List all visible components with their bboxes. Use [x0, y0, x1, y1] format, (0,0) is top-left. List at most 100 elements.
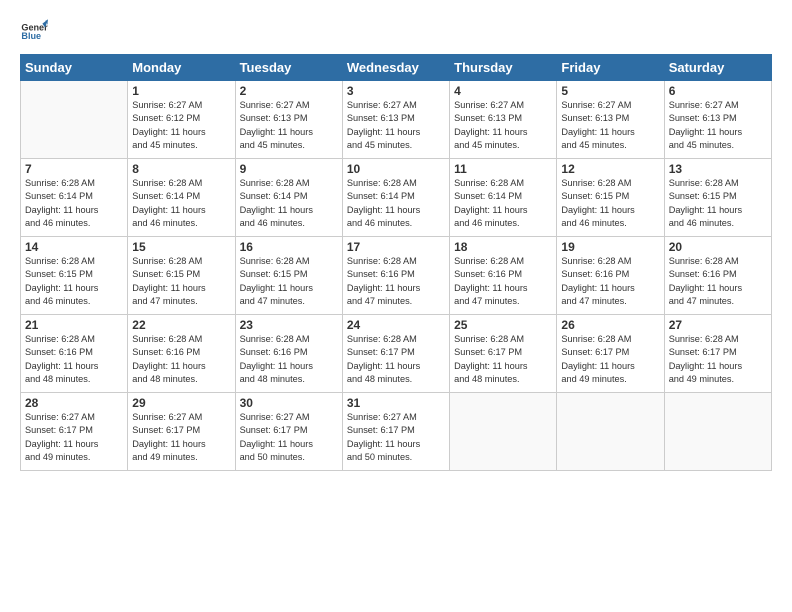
weekday-header-saturday: Saturday	[664, 55, 771, 81]
day-number: 19	[561, 240, 659, 254]
calendar-day: 8Sunrise: 6:28 AM Sunset: 6:14 PM Daylig…	[128, 159, 235, 237]
calendar-day	[21, 81, 128, 159]
day-info: Sunrise: 6:28 AM Sunset: 6:17 PM Dayligh…	[669, 333, 767, 386]
day-number: 12	[561, 162, 659, 176]
calendar-week-2: 7Sunrise: 6:28 AM Sunset: 6:14 PM Daylig…	[21, 159, 772, 237]
calendar-day: 3Sunrise: 6:27 AM Sunset: 6:13 PM Daylig…	[342, 81, 449, 159]
day-number: 26	[561, 318, 659, 332]
day-info: Sunrise: 6:27 AM Sunset: 6:13 PM Dayligh…	[240, 99, 338, 152]
weekday-header-friday: Friday	[557, 55, 664, 81]
day-info: Sunrise: 6:27 AM Sunset: 6:12 PM Dayligh…	[132, 99, 230, 152]
day-number: 1	[132, 84, 230, 98]
calendar-day: 1Sunrise: 6:27 AM Sunset: 6:12 PM Daylig…	[128, 81, 235, 159]
day-info: Sunrise: 6:28 AM Sunset: 6:14 PM Dayligh…	[454, 177, 552, 230]
day-info: Sunrise: 6:28 AM Sunset: 6:14 PM Dayligh…	[347, 177, 445, 230]
day-number: 31	[347, 396, 445, 410]
day-number: 11	[454, 162, 552, 176]
calendar-day	[557, 393, 664, 471]
calendar-day: 13Sunrise: 6:28 AM Sunset: 6:15 PM Dayli…	[664, 159, 771, 237]
day-info: Sunrise: 6:28 AM Sunset: 6:15 PM Dayligh…	[561, 177, 659, 230]
day-info: Sunrise: 6:28 AM Sunset: 6:15 PM Dayligh…	[669, 177, 767, 230]
calendar-day: 23Sunrise: 6:28 AM Sunset: 6:16 PM Dayli…	[235, 315, 342, 393]
day-info: Sunrise: 6:28 AM Sunset: 6:16 PM Dayligh…	[347, 255, 445, 308]
day-number: 21	[25, 318, 123, 332]
day-number: 4	[454, 84, 552, 98]
day-number: 8	[132, 162, 230, 176]
day-number: 20	[669, 240, 767, 254]
day-number: 10	[347, 162, 445, 176]
calendar-day: 15Sunrise: 6:28 AM Sunset: 6:15 PM Dayli…	[128, 237, 235, 315]
day-number: 22	[132, 318, 230, 332]
day-number: 27	[669, 318, 767, 332]
calendar-day: 14Sunrise: 6:28 AM Sunset: 6:15 PM Dayli…	[21, 237, 128, 315]
calendar-day: 10Sunrise: 6:28 AM Sunset: 6:14 PM Dayli…	[342, 159, 449, 237]
day-info: Sunrise: 6:28 AM Sunset: 6:16 PM Dayligh…	[240, 333, 338, 386]
calendar-day: 27Sunrise: 6:28 AM Sunset: 6:17 PM Dayli…	[664, 315, 771, 393]
day-number: 15	[132, 240, 230, 254]
day-number: 17	[347, 240, 445, 254]
svg-text:Blue: Blue	[21, 31, 41, 41]
weekday-header-tuesday: Tuesday	[235, 55, 342, 81]
day-info: Sunrise: 6:27 AM Sunset: 6:17 PM Dayligh…	[25, 411, 123, 464]
day-info: Sunrise: 6:28 AM Sunset: 6:14 PM Dayligh…	[25, 177, 123, 230]
calendar-day: 22Sunrise: 6:28 AM Sunset: 6:16 PM Dayli…	[128, 315, 235, 393]
calendar-day: 29Sunrise: 6:27 AM Sunset: 6:17 PM Dayli…	[128, 393, 235, 471]
logo-icon: General Blue	[20, 18, 48, 46]
calendar-day: 19Sunrise: 6:28 AM Sunset: 6:16 PM Dayli…	[557, 237, 664, 315]
calendar-day	[450, 393, 557, 471]
calendar-day: 16Sunrise: 6:28 AM Sunset: 6:15 PM Dayli…	[235, 237, 342, 315]
day-info: Sunrise: 6:28 AM Sunset: 6:16 PM Dayligh…	[132, 333, 230, 386]
calendar-day: 4Sunrise: 6:27 AM Sunset: 6:13 PM Daylig…	[450, 81, 557, 159]
day-info: Sunrise: 6:27 AM Sunset: 6:13 PM Dayligh…	[454, 99, 552, 152]
day-info: Sunrise: 6:28 AM Sunset: 6:15 PM Dayligh…	[240, 255, 338, 308]
header-row: General Blue	[20, 18, 772, 46]
calendar-day: 9Sunrise: 6:28 AM Sunset: 6:14 PM Daylig…	[235, 159, 342, 237]
day-number: 13	[669, 162, 767, 176]
day-number: 3	[347, 84, 445, 98]
calendar-week-3: 14Sunrise: 6:28 AM Sunset: 6:15 PM Dayli…	[21, 237, 772, 315]
day-number: 23	[240, 318, 338, 332]
calendar-week-5: 28Sunrise: 6:27 AM Sunset: 6:17 PM Dayli…	[21, 393, 772, 471]
calendar-day: 7Sunrise: 6:28 AM Sunset: 6:14 PM Daylig…	[21, 159, 128, 237]
day-number: 5	[561, 84, 659, 98]
day-info: Sunrise: 6:28 AM Sunset: 6:16 PM Dayligh…	[561, 255, 659, 308]
day-info: Sunrise: 6:27 AM Sunset: 6:13 PM Dayligh…	[347, 99, 445, 152]
calendar-week-4: 21Sunrise: 6:28 AM Sunset: 6:16 PM Dayli…	[21, 315, 772, 393]
day-info: Sunrise: 6:28 AM Sunset: 6:16 PM Dayligh…	[454, 255, 552, 308]
day-info: Sunrise: 6:28 AM Sunset: 6:16 PM Dayligh…	[25, 333, 123, 386]
day-number: 16	[240, 240, 338, 254]
day-info: Sunrise: 6:28 AM Sunset: 6:17 PM Dayligh…	[347, 333, 445, 386]
calendar-day: 5Sunrise: 6:27 AM Sunset: 6:13 PM Daylig…	[557, 81, 664, 159]
calendar-table: SundayMondayTuesdayWednesdayThursdayFrid…	[20, 54, 772, 471]
calendar-day: 31Sunrise: 6:27 AM Sunset: 6:17 PM Dayli…	[342, 393, 449, 471]
day-number: 9	[240, 162, 338, 176]
calendar-week-1: 1Sunrise: 6:27 AM Sunset: 6:12 PM Daylig…	[21, 81, 772, 159]
calendar-day: 30Sunrise: 6:27 AM Sunset: 6:17 PM Dayli…	[235, 393, 342, 471]
page-container: General Blue SundayMondayTuesdayWednesda…	[0, 0, 792, 481]
day-info: Sunrise: 6:27 AM Sunset: 6:17 PM Dayligh…	[347, 411, 445, 464]
day-info: Sunrise: 6:28 AM Sunset: 6:14 PM Dayligh…	[132, 177, 230, 230]
calendar-day: 20Sunrise: 6:28 AM Sunset: 6:16 PM Dayli…	[664, 237, 771, 315]
day-info: Sunrise: 6:27 AM Sunset: 6:17 PM Dayligh…	[132, 411, 230, 464]
day-info: Sunrise: 6:27 AM Sunset: 6:13 PM Dayligh…	[561, 99, 659, 152]
calendar-day: 11Sunrise: 6:28 AM Sunset: 6:14 PM Dayli…	[450, 159, 557, 237]
day-number: 28	[25, 396, 123, 410]
day-info: Sunrise: 6:28 AM Sunset: 6:15 PM Dayligh…	[25, 255, 123, 308]
day-number: 30	[240, 396, 338, 410]
calendar-day: 28Sunrise: 6:27 AM Sunset: 6:17 PM Dayli…	[21, 393, 128, 471]
weekday-header-wednesday: Wednesday	[342, 55, 449, 81]
weekday-header-thursday: Thursday	[450, 55, 557, 81]
day-info: Sunrise: 6:27 AM Sunset: 6:17 PM Dayligh…	[240, 411, 338, 464]
calendar-day: 21Sunrise: 6:28 AM Sunset: 6:16 PM Dayli…	[21, 315, 128, 393]
weekday-header-row: SundayMondayTuesdayWednesdayThursdayFrid…	[21, 55, 772, 81]
day-info: Sunrise: 6:28 AM Sunset: 6:17 PM Dayligh…	[454, 333, 552, 386]
calendar-day: 6Sunrise: 6:27 AM Sunset: 6:13 PM Daylig…	[664, 81, 771, 159]
day-number: 24	[347, 318, 445, 332]
logo: General Blue	[20, 18, 52, 46]
calendar-day: 25Sunrise: 6:28 AM Sunset: 6:17 PM Dayli…	[450, 315, 557, 393]
weekday-header-monday: Monday	[128, 55, 235, 81]
day-number: 14	[25, 240, 123, 254]
calendar-day: 24Sunrise: 6:28 AM Sunset: 6:17 PM Dayli…	[342, 315, 449, 393]
calendar-day	[664, 393, 771, 471]
day-info: Sunrise: 6:28 AM Sunset: 6:16 PM Dayligh…	[669, 255, 767, 308]
